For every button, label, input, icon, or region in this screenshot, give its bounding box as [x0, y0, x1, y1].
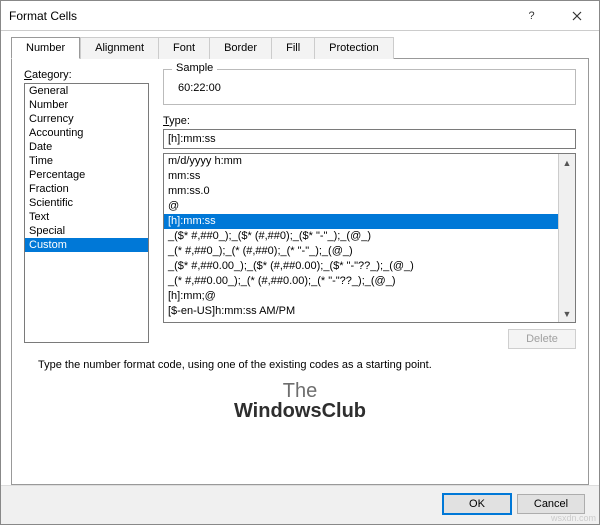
category-item[interactable]: Date [25, 140, 148, 154]
category-item[interactable]: Fraction [25, 182, 148, 196]
dialog-footer: OK Cancel [1, 485, 599, 524]
type-item[interactable]: [h]:mm:ss [164, 214, 558, 229]
type-item[interactable]: mm:ss [164, 169, 558, 184]
type-item[interactable]: [$-en-US]h:mm:ss AM/PM [164, 304, 558, 319]
delete-button: Delete [508, 329, 576, 349]
category-listbox[interactable]: General Number Currency Accounting Date … [24, 83, 149, 343]
tab-font[interactable]: Font [158, 37, 209, 59]
category-item[interactable]: Time [25, 154, 148, 168]
help-button[interactable]: ? [509, 1, 554, 31]
watermark: The WindowsClub [24, 377, 576, 427]
category-item[interactable]: Currency [25, 112, 148, 126]
tab-border[interactable]: Border [209, 37, 271, 59]
type-item[interactable]: _(* #,##0.00_);_(* (#,##0.00);_(* "-"??_… [164, 274, 558, 289]
watermark-line2: WindowsClub [234, 400, 366, 422]
titlebar: Format Cells ? [1, 1, 599, 31]
category-item[interactable]: General [25, 84, 148, 98]
number-tab-panel: Category: General Number Currency Accoun… [11, 59, 589, 485]
format-cells-dialog: Format Cells ? Number Alignment Font Bor… [0, 0, 600, 525]
tab-number[interactable]: Number [11, 37, 80, 59]
type-label: Type: [163, 115, 576, 127]
category-label: Category: [24, 69, 149, 81]
type-listbox[interactable]: m/d/yyyy h:mm mm:ss mm:ss.0 @ [h]:mm:ss … [163, 153, 576, 323]
hint-text: Type the number format code, using one o… [24, 349, 576, 377]
source-attribution: wsxdn.com [551, 513, 596, 523]
sample-group: Sample 60:22:00 [163, 69, 576, 105]
type-item[interactable]: _($* #,##0.00_);_($* (#,##0.00);_($* "-"… [164, 259, 558, 274]
window-title: Format Cells [1, 9, 509, 23]
category-item[interactable]: Text [25, 210, 148, 224]
ok-button[interactable]: OK [443, 494, 511, 514]
type-item[interactable]: _($* #,##0_);_($* (#,##0);_($* "-"_);_(@… [164, 229, 558, 244]
tab-alignment[interactable]: Alignment [80, 37, 158, 59]
sample-value: 60:22:00 [174, 80, 565, 96]
type-item[interactable]: _(* #,##0_);_(* (#,##0);_(* "-"_);_(@_) [164, 244, 558, 259]
type-scrollbar[interactable]: ▲ ▼ [558, 154, 575, 322]
category-item[interactable]: Custom [25, 238, 148, 252]
category-item[interactable]: Scientific [25, 196, 148, 210]
type-item[interactable]: mm:ss.0 [164, 184, 558, 199]
tab-fill[interactable]: Fill [271, 37, 314, 59]
tabstrip: Number Alignment Font Border Fill Protec… [11, 37, 589, 59]
type-item[interactable]: @ [164, 199, 558, 214]
category-item[interactable]: Accounting [25, 126, 148, 140]
close-button[interactable] [554, 1, 599, 31]
type-item[interactable]: [h]:mm;@ [164, 289, 558, 304]
watermark-line1: The [283, 380, 317, 402]
close-icon [572, 11, 582, 21]
scroll-down-icon[interactable]: ▼ [559, 305, 575, 322]
cancel-button[interactable]: Cancel [517, 494, 585, 514]
type-input[interactable] [163, 129, 576, 149]
category-item[interactable]: Percentage [25, 168, 148, 182]
category-item[interactable]: Number [25, 98, 148, 112]
tab-protection[interactable]: Protection [314, 37, 394, 59]
category-item[interactable]: Special [25, 224, 148, 238]
type-item[interactable]: m/d/yyyy h:mm [164, 154, 558, 169]
sample-label: Sample [172, 62, 217, 74]
scroll-up-icon[interactable]: ▲ [559, 154, 575, 171]
